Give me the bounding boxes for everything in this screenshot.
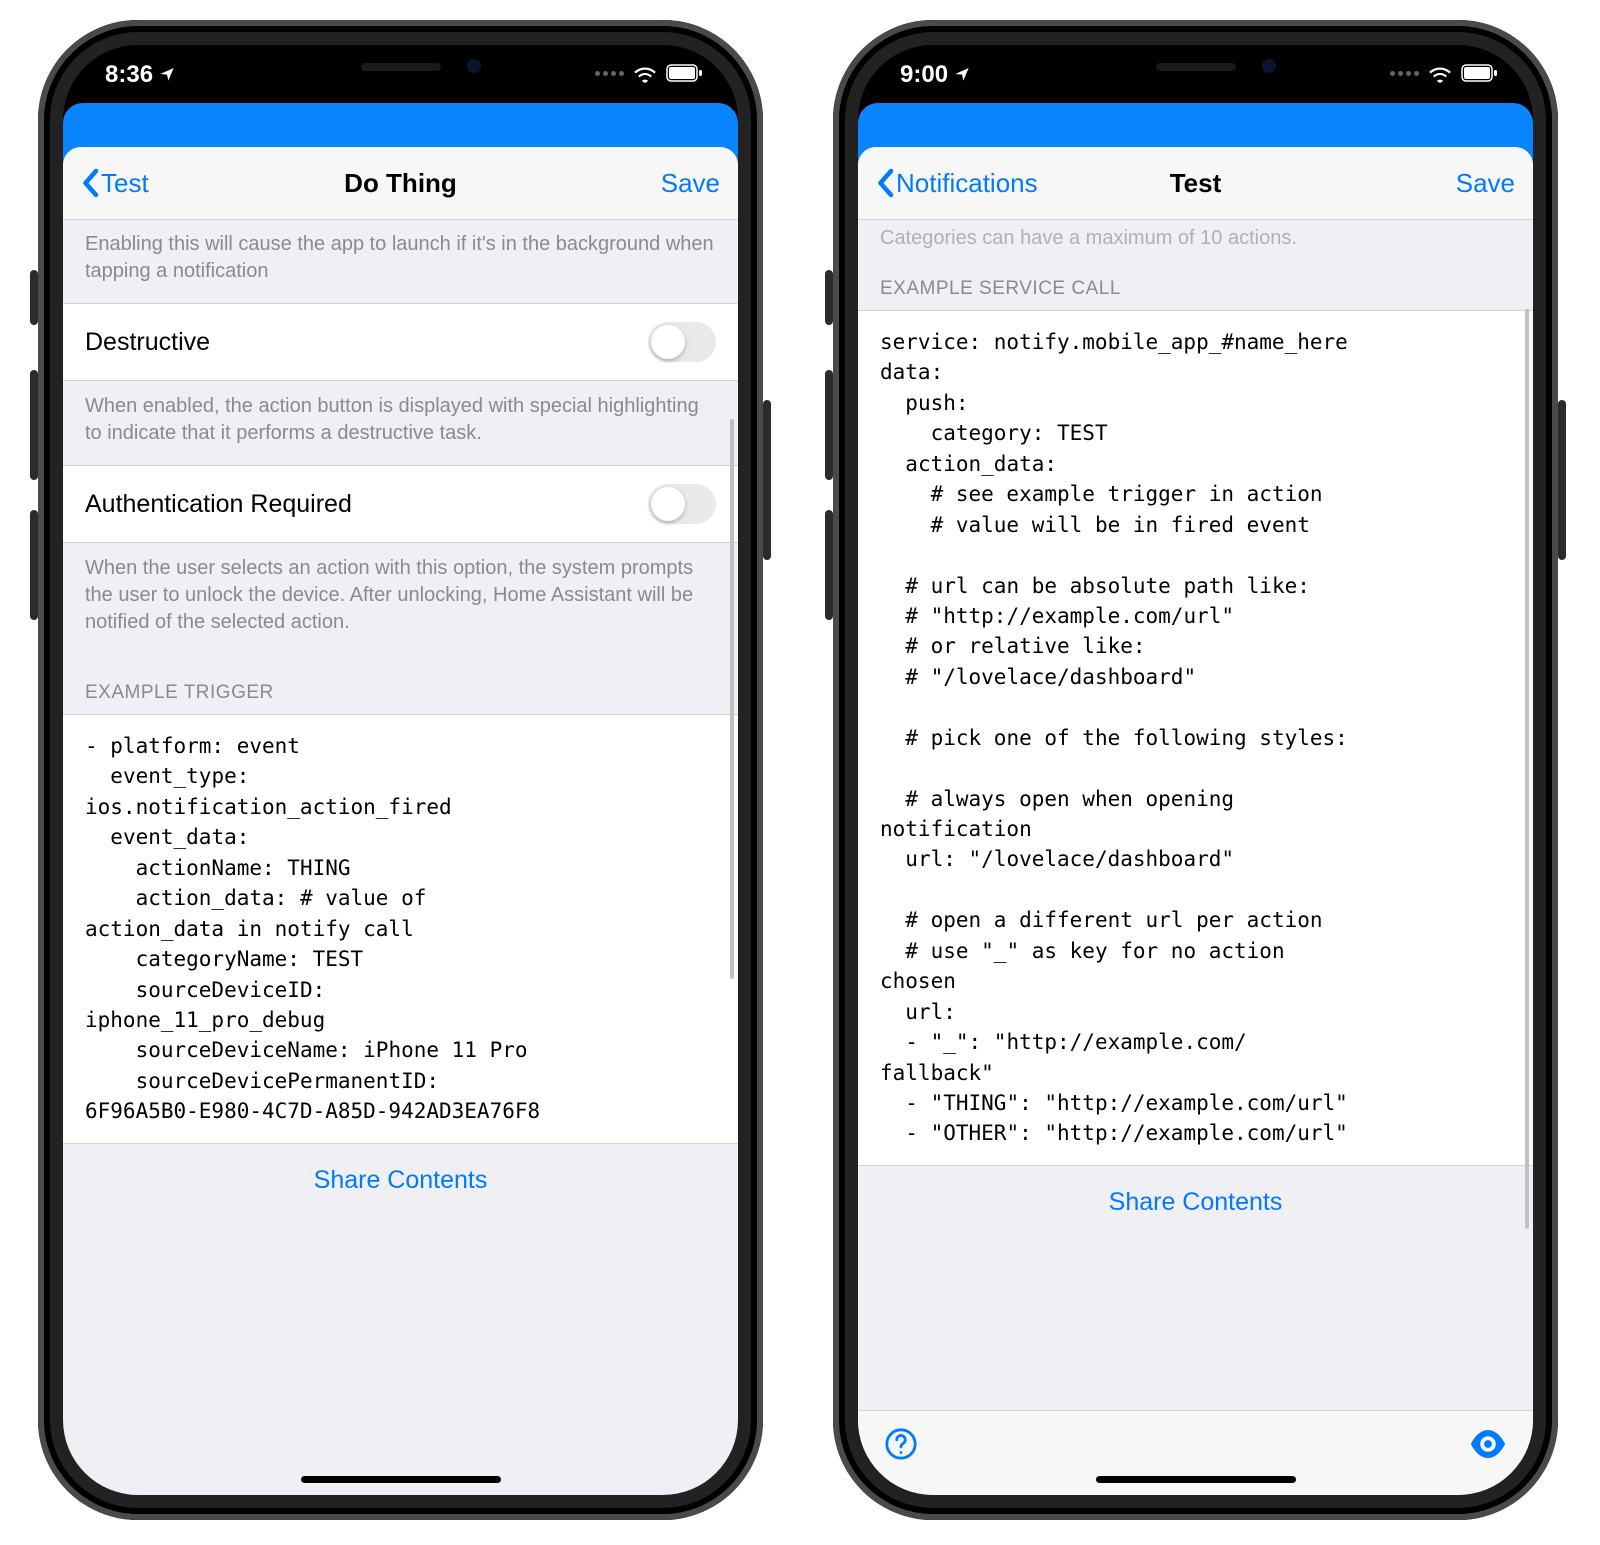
volume-up: [30, 370, 38, 480]
auth-required-row[interactable]: Authentication Required: [63, 465, 738, 543]
power-button: [1558, 400, 1566, 560]
destructive-description: When enabled, the action button is displ…: [63, 381, 738, 465]
cutoff-description: Categories can have a maximum of 10 acti…: [858, 219, 1533, 250]
phone-frame-left: 8:36 Test Do Thing: [38, 20, 763, 1520]
nav-bar: Notifications Test Save: [858, 147, 1533, 220]
save-button[interactable]: Save: [1456, 168, 1515, 199]
example-service-header: EXAMPLE SERVICE CALL: [858, 250, 1533, 310]
nav-title: Do Thing: [63, 168, 738, 199]
mute-switch: [30, 270, 38, 325]
back-button[interactable]: Notifications: [876, 168, 1038, 199]
location-icon: [954, 61, 970, 89]
wifi-icon: [632, 63, 658, 83]
launch-setting-description: Enabling this will cause the app to laun…: [63, 219, 738, 303]
battery-icon: [1461, 64, 1497, 82]
cellular-dots-icon: [1390, 71, 1419, 76]
volume-down: [30, 510, 38, 620]
auth-required-label: Authentication Required: [85, 490, 352, 519]
example-trigger-header: EXAMPLE TRIGGER: [63, 654, 738, 714]
notch: [1046, 45, 1346, 89]
location-icon: [159, 61, 175, 89]
volume-up: [825, 370, 833, 480]
status-time: 8:36: [105, 61, 153, 89]
home-indicator[interactable]: [301, 1476, 501, 1483]
share-contents-button[interactable]: Share Contents: [63, 1144, 738, 1217]
status-time: 9:00: [900, 61, 948, 89]
home-indicator[interactable]: [1096, 1476, 1296, 1483]
phone-frame-right: 9:00 Notifications: [833, 20, 1558, 1520]
mute-switch: [825, 270, 833, 325]
back-button[interactable]: Test: [81, 168, 149, 199]
save-button[interactable]: Save: [661, 168, 720, 199]
wifi-icon: [1427, 63, 1453, 83]
power-button: [763, 400, 771, 560]
example-service-code: service: notify.mobile_app_#name_here da…: [858, 310, 1533, 1166]
destructive-label: Destructive: [85, 328, 210, 357]
destructive-row[interactable]: Destructive: [63, 303, 738, 381]
back-label: Notifications: [896, 168, 1038, 199]
back-label: Test: [101, 168, 149, 199]
auth-required-toggle[interactable]: [648, 484, 716, 524]
eye-icon[interactable]: [1469, 1430, 1507, 1463]
destructive-toggle[interactable]: [648, 322, 716, 362]
cellular-dots-icon: [595, 71, 624, 76]
scroll-indicator[interactable]: [1525, 309, 1529, 1229]
chevron-left-icon: [81, 168, 99, 198]
example-trigger-code: - platform: event event_type: ios.notifi…: [63, 714, 738, 1144]
chevron-left-icon: [876, 168, 894, 198]
auth-required-description: When the user selects an action with thi…: [63, 543, 738, 654]
share-contents-button[interactable]: Share Contents: [858, 1166, 1533, 1239]
help-icon[interactable]: [884, 1427, 918, 1466]
nav-bar: Test Do Thing Save: [63, 147, 738, 220]
volume-down: [825, 510, 833, 620]
scroll-indicator[interactable]: [730, 419, 734, 979]
battery-icon: [666, 64, 702, 82]
notch: [251, 45, 551, 89]
